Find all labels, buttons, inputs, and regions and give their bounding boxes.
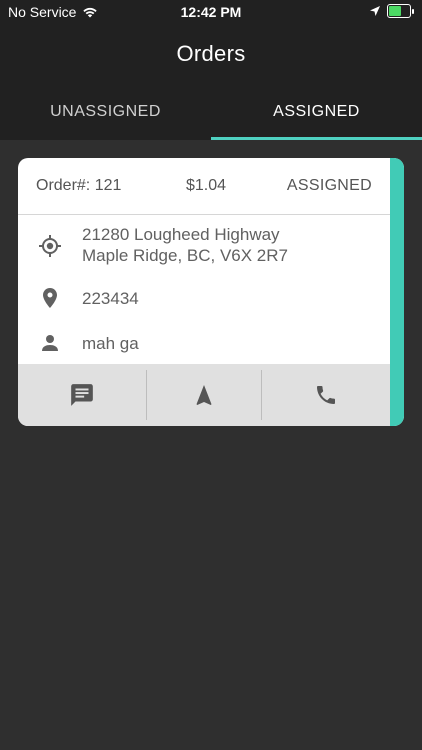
phone-icon	[316, 386, 335, 404]
tab-unassigned-label: UNASSIGNED	[50, 103, 161, 120]
order-actions	[18, 364, 390, 426]
card-accent-bar	[390, 158, 404, 426]
status-bar: No Service 12:42 PM	[0, 0, 422, 24]
order-status: ASSIGNED	[286, 177, 372, 194]
customer-name: mah ga	[82, 334, 139, 353]
status-right	[369, 4, 414, 18]
order-card[interactable]: Order#: 121 $1.04 ASSIGNED 21280 Loughee…	[18, 158, 404, 426]
crosshair-icon	[39, 235, 61, 257]
order-card-header: Order#: 121 $1.04 ASSIGNED	[18, 158, 390, 215]
page-title: Orders	[176, 41, 246, 66]
tab-assigned-label: ASSIGNED	[273, 103, 360, 120]
tab-active-indicator	[211, 137, 422, 140]
navigation-icon	[196, 385, 212, 405]
battery-tip	[412, 8, 414, 14]
address-text: 21280 Lougheed Highway Maple Ridge, BC, …	[82, 224, 288, 266]
order-price: $1.04	[186, 177, 227, 194]
address-line-2: Maple Ridge, BC, V6X 2R7	[82, 246, 288, 265]
location-text: 223434	[82, 289, 139, 308]
location-arrow-icon	[370, 6, 380, 16]
app-header: Orders	[0, 24, 422, 84]
location-row: 223434	[18, 286, 390, 312]
tab-assigned[interactable]: ASSIGNED	[211, 84, 422, 140]
order-number: Order#: 121	[36, 177, 122, 194]
message-button[interactable]	[18, 364, 146, 426]
status-time: 12:42 PM	[180, 4, 242, 20]
tab-bar: UNASSIGNED ASSIGNED	[0, 84, 422, 140]
call-button[interactable]	[262, 364, 390, 426]
address-row: 21280 Lougheed Highway Maple Ridge, BC, …	[18, 224, 390, 270]
battery-icon	[387, 4, 411, 18]
tab-unassigned[interactable]: UNASSIGNED	[0, 84, 211, 140]
message-icon	[71, 384, 93, 406]
map-pin-icon	[43, 288, 57, 308]
customer-row: mah ga	[18, 331, 390, 357]
navigate-button[interactable]	[147, 364, 260, 426]
person-icon	[42, 335, 58, 351]
address-line-1: 21280 Lougheed Highway	[82, 225, 280, 244]
